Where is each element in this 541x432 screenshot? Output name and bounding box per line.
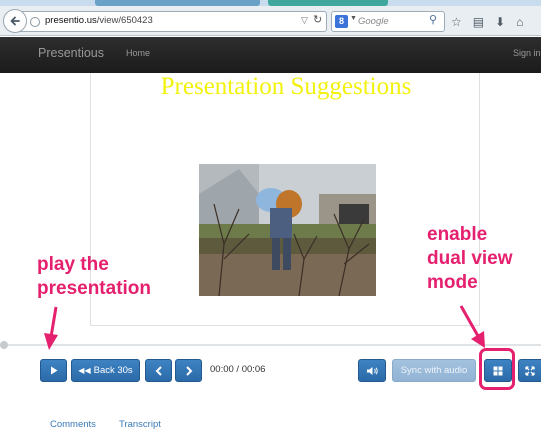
arrow-to-dual-view-icon: [459, 305, 485, 348]
arrow-to-play-icon: [44, 306, 58, 350]
tab-comments[interactable]: Comments: [50, 419, 96, 430]
tab-transcript[interactable]: Transcript: [119, 419, 161, 430]
annotation-arrows: [44, 305, 485, 350]
